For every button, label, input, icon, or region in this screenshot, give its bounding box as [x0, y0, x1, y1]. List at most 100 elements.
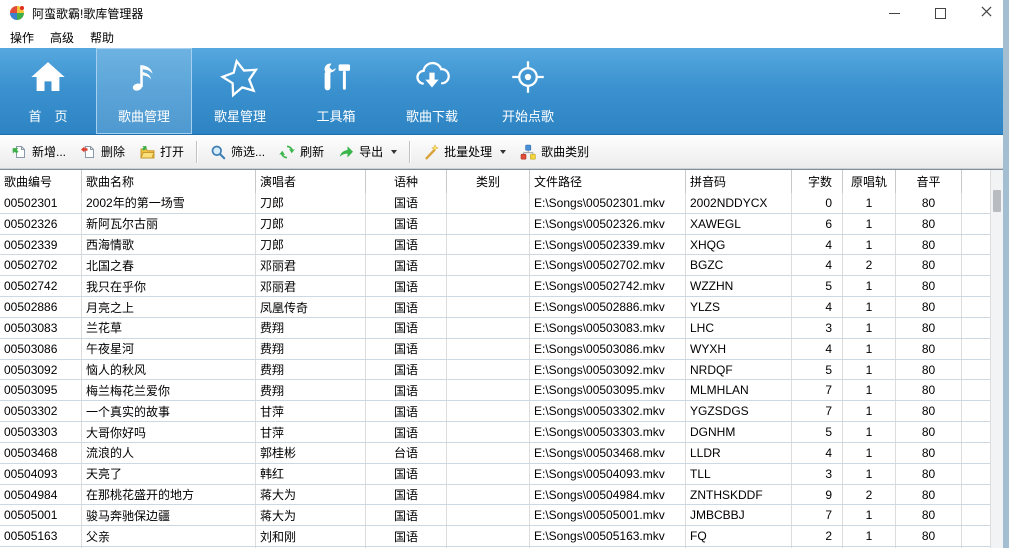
table-row[interactable]: 00503468 流浪的人 郭桂彬 台语 E:\Songs\00503468.mkv LL…	[0, 442, 990, 464]
refresh-button[interactable]: 刷新	[272, 139, 331, 164]
song-category-button[interactable]: 歌曲类别	[513, 139, 596, 164]
action-toolbar: 新增... 删除 打开 筛选... 刷新 导出 批量处理 歌曲类别	[0, 135, 1009, 169]
cell-category	[447, 463, 530, 484]
cell-original-track: 1	[843, 276, 896, 297]
cloud-download-icon	[411, 56, 453, 98]
cell-song-name: 新阿瓦尔古丽	[82, 213, 256, 234]
cell-volume-level: 80	[896, 422, 962, 442]
table-row[interactable]: 00503092 恼人的秋风 费翔 国语 E:\Songs\00503092.mkv NR…	[0, 359, 990, 381]
cell-file-path: E:\Songs\00502742.mkv	[530, 276, 686, 297]
cell-language: 国语	[366, 317, 447, 338]
cell-file-path: E:\Songs\00503083.mkv	[530, 317, 686, 338]
column-header-song-id[interactable]: 歌曲编号	[0, 170, 82, 193]
cell-volume-level: 80	[896, 463, 962, 484]
cell-language: 国语	[366, 484, 447, 505]
nav-item-start-song-ordering[interactable]: 开始点歌	[480, 48, 576, 134]
cell-song-id: 00503095	[0, 380, 82, 401]
cell-song-name: 恼人的秋风	[82, 359, 256, 380]
cell-category	[447, 505, 530, 526]
cell-word-count: 6	[792, 213, 843, 234]
cell-volume-level: 80	[896, 505, 962, 526]
column-header-pinyin-code[interactable]: 拼音码	[686, 170, 792, 193]
cell-language: 国语	[366, 380, 447, 401]
menu-item-operations[interactable]: 操作	[2, 26, 42, 49]
cell-category	[447, 213, 530, 234]
cell-singer: 邓丽君	[256, 255, 366, 276]
table-row[interactable]: 00502339 西海情歌 刀郎 国语 E:\Songs\00502339.mkv XHQ…	[0, 234, 990, 256]
cell-song-name: 大哥你好吗	[82, 422, 256, 442]
cell-original-track: 1	[843, 317, 896, 338]
column-header-language[interactable]: 语种	[366, 170, 447, 193]
nav-item-toolbox[interactable]: 工具箱	[288, 48, 384, 134]
nav-item-song-download[interactable]: 歌曲下载	[384, 48, 480, 134]
column-header-song-name[interactable]: 歌曲名称	[82, 170, 256, 193]
cell-filler	[962, 318, 990, 338]
table-row[interactable]: 00503095 梅兰梅花兰爱你 费翔 国语 E:\Songs\00503095.mkv…	[0, 380, 990, 402]
table-row[interactable]: 00502301 2002年的第一场雪 刀郎 国语 E:\Songs\00502301.…	[0, 193, 990, 214]
batch-process-button[interactable]: 批量处理	[416, 139, 513, 164]
toolbar-separator	[196, 140, 199, 163]
cell-singer: 刘和刚	[256, 526, 366, 547]
toolbar-separator	[409, 140, 412, 163]
table-row[interactable]: 00503303 大哥你好吗 甘萍 国语 E:\Songs\00503303.mkv DG…	[0, 422, 990, 443]
cell-language: 国语	[366, 359, 447, 380]
cell-category	[447, 401, 530, 422]
cell-singer: 蒋大为	[256, 484, 366, 505]
dropdown-arrow-icon[interactable]	[500, 149, 507, 154]
table-row[interactable]: 00505001 骏马奔驰保边疆 蒋大为 国语 E:\Songs\00505001.mk…	[0, 505, 990, 527]
home-icon	[27, 56, 69, 98]
cell-original-track: 1	[843, 505, 896, 526]
cell-word-count: 0	[792, 193, 843, 213]
column-header-volume-level[interactable]: 音平	[896, 170, 962, 193]
table-row[interactable]: 00503083 兰花草 费翔 国语 E:\Songs\00503083.mkv LHC 3…	[0, 317, 990, 339]
table-row[interactable]: 00504093 天亮了 韩红 国语 E:\Songs\00504093.mkv TLL 3…	[0, 463, 990, 485]
cell-volume-level: 80	[896, 234, 962, 255]
table-row[interactable]: 00502702 北国之春 邓丽君 国语 E:\Songs\00502702.mkv BG…	[0, 255, 990, 277]
minimize-button[interactable]	[871, 0, 917, 26]
cell-original-track: 1	[843, 359, 896, 380]
table-row[interactable]: 00502326 新阿瓦尔古丽 刀郎 国语 E:\Songs\00502326.mkv X…	[0, 213, 990, 235]
cell-category	[447, 255, 530, 276]
new-button[interactable]: 新增...	[4, 139, 73, 164]
scrollbar-thumb[interactable]	[993, 190, 1001, 212]
cell-file-path: E:\Songs\00502301.mkv	[530, 193, 686, 213]
cell-song-name: 午夜星河	[82, 338, 256, 359]
table-row[interactable]: 00505163 父亲 刘和刚 国语 E:\Songs\00505163.mkv FQ 2 1…	[0, 526, 990, 548]
column-header-category[interactable]: 类别	[447, 170, 530, 193]
cell-word-count: 5	[792, 276, 843, 297]
nav-item-home[interactable]: 首 页	[0, 48, 96, 134]
table-row[interactable]: 00502886 月亮之上 凤凰传奇 国语 E:\Songs\00502886.mkv Y…	[0, 297, 990, 318]
table-row[interactable]: 00503086 午夜星河 费翔 国语 E:\Songs\00503086.mkv WYX…	[0, 338, 990, 360]
vertical-scrollbar[interactable]	[990, 170, 1003, 548]
column-header-original-track[interactable]: 原唱轨	[843, 170, 896, 193]
filter-button[interactable]: 筛选...	[203, 139, 272, 164]
cell-original-track: 1	[843, 442, 896, 463]
cell-language: 国语	[366, 193, 447, 213]
nav-item-singer-management[interactable]: 歌星管理	[192, 48, 288, 134]
cell-pinyin-code: BGZC	[686, 255, 792, 276]
export-button[interactable]: 导出	[331, 139, 404, 164]
cell-song-id: 00502339	[0, 234, 82, 255]
table-row[interactable]: 00503302 一个真实的故事 甘萍 国语 E:\Songs\00503302.mkv…	[0, 401, 990, 423]
column-header-singer[interactable]: 演唱者	[256, 170, 366, 193]
toolbar-button-label: 歌曲类别	[541, 145, 590, 159]
nav-item-song-management[interactable]: 歌曲管理	[96, 48, 192, 134]
cell-language: 国语	[366, 505, 447, 526]
cell-pinyin-code: NRDQF	[686, 359, 792, 380]
cell-song-name: 北国之春	[82, 255, 256, 276]
cell-category	[447, 359, 530, 380]
table-row[interactable]: 00502742 我只在乎你 邓丽君 国语 E:\Songs\00502742.mkv W…	[0, 276, 990, 298]
open-button[interactable]: 打开	[132, 139, 191, 164]
maximize-button[interactable]	[917, 0, 963, 26]
delete-button[interactable]: 删除	[73, 139, 132, 164]
app-window: 阿蛮歌霸!歌库管理器 操作 高级 帮助 首 页 歌曲管理 歌星管理 工具箱 歌曲下载 开始点歌…	[0, 0, 1009, 548]
cell-pinyin-code: DGNHM	[686, 422, 792, 442]
cell-filler	[962, 255, 990, 275]
table-row[interactable]: 00504984 在那桃花盛开的地方 蒋大为 国语 E:\Songs\00504984.…	[0, 484, 990, 506]
dropdown-arrow-icon[interactable]	[391, 149, 398, 154]
column-header-word-count[interactable]: 字数	[792, 170, 843, 193]
column-header-file-path[interactable]: 文件路径	[530, 170, 686, 193]
cell-song-name: 梅兰梅花兰爱你	[82, 380, 256, 401]
menu-item-advanced[interactable]: 高级	[42, 26, 82, 49]
menu-item-help[interactable]: 帮助	[82, 26, 122, 49]
